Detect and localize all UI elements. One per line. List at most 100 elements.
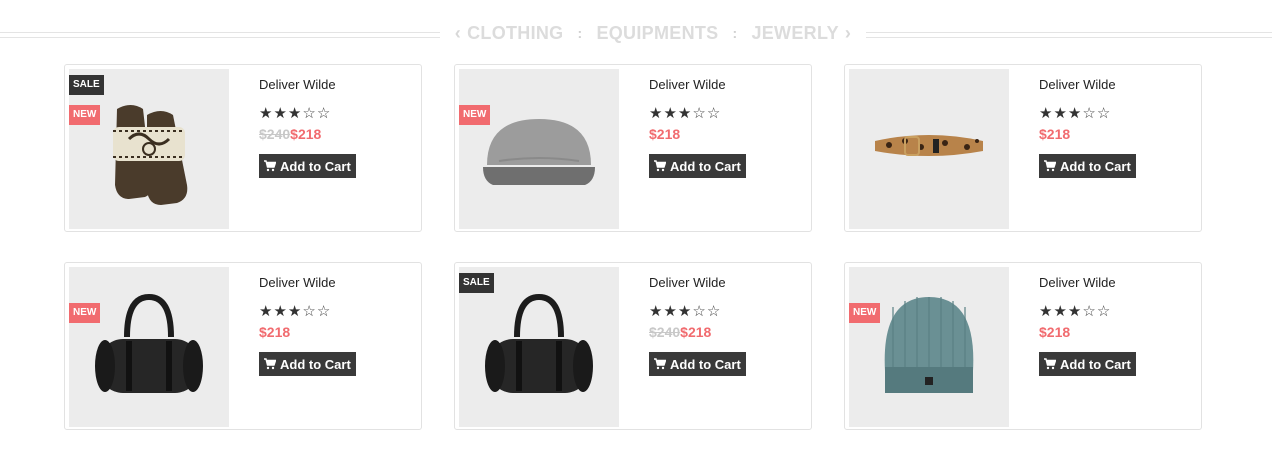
star-filled-icon: ★ — [1039, 105, 1054, 122]
product-price: $240$218 — [259, 126, 409, 142]
current-price: $218 — [290, 126, 322, 142]
star-filled-icon: ★ — [1039, 303, 1054, 320]
product-info: Deliver Wilde ★★★☆☆ $218 Add to Cart — [1039, 77, 1189, 178]
product-image-beanie[interactable] — [849, 267, 1009, 427]
category-nav: ‹ CLOTHING : EQUIPMENTS : JEWERLY › — [0, 20, 1272, 46]
product-title[interactable]: Deliver Wilde — [649, 77, 799, 92]
star-empty-icon: ☆ — [316, 105, 332, 122]
star-filled-icon: ★ — [1053, 303, 1068, 320]
next-arrow-icon[interactable]: › — [843, 23, 853, 44]
star-filled-icon: ★ — [1067, 303, 1083, 320]
star-filled-icon: ★ — [649, 105, 664, 122]
star-empty-icon: ☆ — [692, 105, 707, 122]
star-empty-icon: ☆ — [706, 105, 722, 122]
add-to-cart-button[interactable]: Add to Cart — [1039, 154, 1136, 178]
star-empty-icon: ☆ — [1096, 303, 1112, 320]
new-badge: NEW — [849, 303, 881, 323]
old-price: $240 — [649, 324, 681, 340]
rating-stars: ★★★☆☆ — [649, 104, 799, 122]
add-to-cart-label: Add to Cart — [280, 158, 351, 174]
add-to-cart-button[interactable]: Add to Cart — [1039, 352, 1136, 376]
product-title[interactable]: Deliver Wilde — [1039, 77, 1189, 92]
star-filled-icon: ★ — [259, 105, 274, 122]
cart-icon — [654, 358, 666, 370]
star-filled-icon: ★ — [273, 105, 288, 122]
product-price: $218 — [1039, 126, 1189, 142]
new-badge: NEW — [69, 105, 101, 125]
rating-stars: ★★★☆☆ — [649, 302, 799, 320]
star-filled-icon: ★ — [677, 303, 693, 320]
current-price: $218 — [259, 324, 291, 340]
product-image-belt[interactable] — [849, 69, 1009, 229]
add-to-cart-label: Add to Cart — [670, 356, 741, 372]
divider-right — [866, 32, 1272, 38]
star-filled-icon: ★ — [663, 105, 678, 122]
product-image-duffel-bag[interactable] — [69, 267, 229, 427]
product-title[interactable]: Deliver Wilde — [1039, 275, 1189, 290]
current-price: $218 — [1039, 126, 1071, 142]
product-info: Deliver Wilde ★★★☆☆ $218 Add to Cart — [259, 275, 409, 376]
old-price: $240 — [259, 126, 291, 142]
cart-icon — [264, 358, 276, 370]
divider-left — [0, 32, 440, 38]
star-empty-icon: ☆ — [1096, 105, 1112, 122]
star-empty-icon: ☆ — [302, 105, 317, 122]
product-price: $240$218 — [649, 324, 799, 340]
rating-stars: ★★★☆☆ — [1039, 104, 1189, 122]
prev-arrow-icon[interactable]: ‹ — [453, 23, 463, 44]
product-card[interactable]: NEW Deliver Wilde ★★★☆☆ $218 Add to Cart — [844, 262, 1202, 430]
product-card[interactable]: NEW Deliver Wilde ★★★☆☆ $218 Add to Cart — [454, 64, 812, 232]
star-empty-icon: ☆ — [692, 303, 707, 320]
product-card[interactable]: SALE Deliver Wilde ★★★☆☆ $240$218 Add to Car… — [454, 262, 812, 430]
tab-jewerly[interactable]: JEWERLY — [747, 23, 842, 44]
star-empty-icon: ☆ — [706, 303, 722, 320]
product-info: Deliver Wilde ★★★☆☆ $218 Add to Cart — [649, 77, 799, 178]
product-title[interactable]: Deliver Wilde — [649, 275, 799, 290]
new-badge: NEW — [69, 303, 101, 323]
cart-icon — [1044, 358, 1056, 370]
add-to-cart-button[interactable]: Add to Cart — [259, 352, 356, 376]
product-info: Deliver Wilde ★★★☆☆ $218 Add to Cart — [1039, 275, 1189, 376]
product-card[interactable]: SALE NEW Deliver Wilde ★★★☆☆ $240$218 Add to … — [64, 64, 422, 232]
current-price: $218 — [649, 126, 681, 142]
add-to-cart-label: Add to Cart — [1060, 356, 1131, 372]
rating-stars: ★★★☆☆ — [1039, 302, 1189, 320]
sale-badge: SALE — [69, 75, 104, 95]
add-to-cart-label: Add to Cart — [280, 356, 351, 372]
product-price: $218 — [649, 126, 799, 142]
cart-icon — [1044, 160, 1056, 172]
star-filled-icon: ★ — [273, 303, 288, 320]
current-price: $218 — [1039, 324, 1071, 340]
cart-icon — [264, 160, 276, 172]
sale-badge: SALE — [459, 273, 494, 293]
star-filled-icon: ★ — [663, 303, 678, 320]
product-title[interactable]: Deliver Wilde — [259, 275, 409, 290]
add-to-cart-label: Add to Cart — [670, 158, 741, 174]
star-filled-icon: ★ — [1067, 105, 1083, 122]
cart-icon — [654, 160, 666, 172]
tab-equipments[interactable]: EQUIPMENTS — [592, 23, 722, 44]
add-to-cart-label: Add to Cart — [1060, 158, 1131, 174]
rating-stars: ★★★☆☆ — [259, 104, 409, 122]
product-card[interactable]: NEW Deliver Wilde ★★★☆☆ $218 Add to Cart — [64, 262, 422, 430]
product-price: $218 — [259, 324, 409, 340]
product-info: Deliver Wilde ★★★☆☆ $240$218 Add to Cart — [649, 275, 799, 376]
product-price: $218 — [1039, 324, 1189, 340]
star-empty-icon: ☆ — [1082, 303, 1097, 320]
add-to-cart-button[interactable]: Add to Cart — [649, 352, 746, 376]
star-filled-icon: ★ — [287, 303, 303, 320]
star-filled-icon: ★ — [259, 303, 274, 320]
tab-clothing[interactable]: CLOTHING — [463, 23, 567, 44]
product-card[interactable]: Deliver Wilde ★★★☆☆ $218 Add to Cart — [844, 64, 1202, 232]
add-to-cart-button[interactable]: Add to Cart — [649, 154, 746, 178]
star-filled-icon: ★ — [1053, 105, 1068, 122]
current-price: $218 — [680, 324, 712, 340]
product-title[interactable]: Deliver Wilde — [259, 77, 409, 92]
star-empty-icon: ☆ — [302, 303, 317, 320]
star-filled-icon: ★ — [677, 105, 693, 122]
add-to-cart-button[interactable]: Add to Cart — [259, 154, 356, 178]
product-image-cap[interactable] — [459, 69, 619, 229]
product-info: Deliver Wilde ★★★☆☆ $240$218 Add to Cart — [259, 77, 409, 178]
rating-stars: ★★★☆☆ — [259, 302, 409, 320]
star-empty-icon: ☆ — [1082, 105, 1097, 122]
